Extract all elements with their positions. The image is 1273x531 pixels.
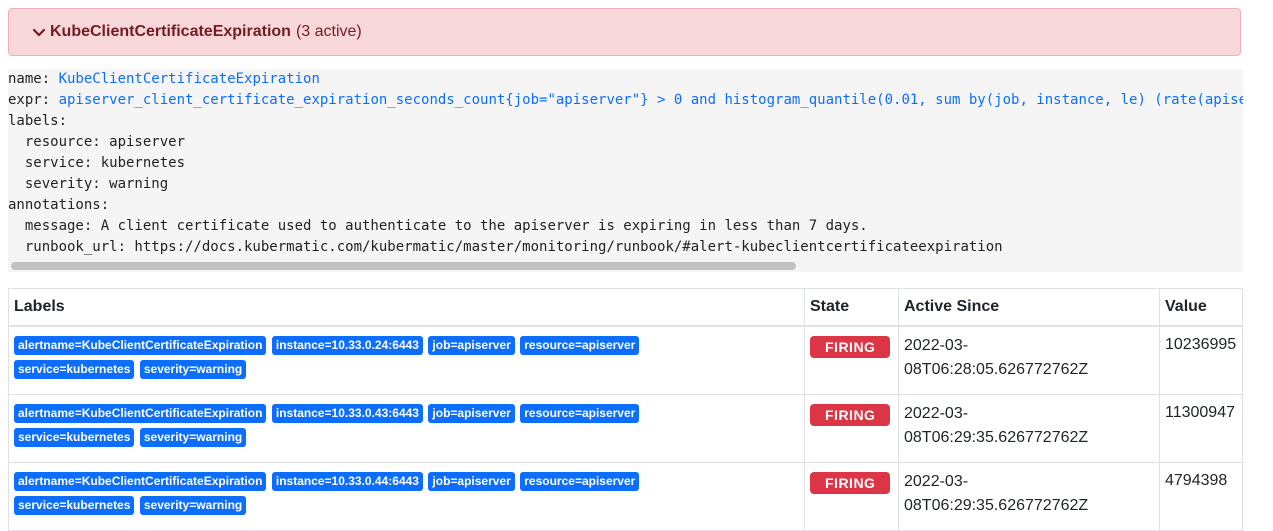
active-since-date: 2022-03- [904, 405, 969, 422]
state-column-header: State [804, 288, 899, 327]
alerts-table: Labels State Active Since Value alertnam… [8, 288, 1243, 531]
alert-active-count: (3 active) [295, 23, 362, 40]
table-row: alertname=KubeClientCertificateExpiratio… [8, 462, 1243, 531]
label-badge: service=kubernetes [14, 496, 135, 515]
active-since-time: 08T06:28:05.626772762Z [904, 361, 1089, 378]
label-badge: severity=warning [139, 496, 247, 515]
label-badge: resource=apiserver [520, 336, 640, 355]
label-badge: service=kubernetes [14, 360, 135, 379]
rule-definition: name: KubeClientCertificateExpiration ex… [8, 69, 1243, 272]
value-cell: 11300947 [1159, 394, 1243, 463]
label-badge: instance=10.33.0.24:6443 [271, 336, 423, 355]
labels-cell: alertname=KubeClientCertificateExpiratio… [8, 462, 805, 531]
alert-group-header[interactable]: KubeClientCertificateExpiration (3 activ… [8, 8, 1241, 56]
active-since-time: 08T06:29:35.626772762Z [904, 429, 1089, 446]
label-badge: job=apiserver [428, 404, 515, 423]
firing-badge: FIRING [810, 336, 891, 358]
label-badge: service=kubernetes [14, 428, 135, 447]
active-since-cell: 2022-03- 08T06:29:35.626772762Z [898, 394, 1160, 463]
active-since-cell: 2022-03- 08T06:29:35.626772762Z [898, 462, 1160, 531]
label-badge: alertname=KubeClientCertificateExpiratio… [14, 336, 267, 355]
rule-annotation-line: runbook_url: https://docs.kubermatic.com… [8, 239, 1003, 255]
label-badge: alertname=KubeClientCertificateExpiratio… [14, 404, 267, 423]
label-badge: job=apiserver [428, 336, 515, 355]
active-since-date: 2022-03- [904, 473, 969, 490]
active-since-time: 08T06:29:35.626772762Z [904, 497, 1089, 514]
label-badge: job=apiserver [428, 472, 515, 491]
label-badge: instance=10.33.0.44:6443 [271, 472, 423, 491]
label-badge: severity=warning [139, 360, 247, 379]
active-since-cell: 2022-03- 08T06:28:05.626772762Z [898, 325, 1160, 395]
state-cell: FIRING [804, 325, 899, 395]
firing-badge: FIRING [810, 472, 891, 494]
labels-cell: alertname=KubeClientCertificateExpiratio… [8, 325, 805, 395]
scrollbar-thumb[interactable] [11, 262, 796, 270]
rule-name-link[interactable]: KubeClientCertificateExpiration [59, 71, 320, 87]
rule-name-key: name: [8, 71, 59, 87]
horizontal-scrollbar[interactable] [8, 258, 1243, 272]
table-row: alertname=KubeClientCertificateExpiratio… [8, 394, 1243, 463]
rule-label-line: service: kubernetes [8, 155, 186, 171]
alert-name[interactable]: KubeClientCertificateExpiration [50, 23, 291, 41]
active-since-date: 2022-03- [904, 337, 969, 354]
value-cell: 10236995 [1159, 325, 1243, 395]
value-cell: 4794398 [1159, 462, 1243, 531]
labels-cell: alertname=KubeClientCertificateExpiratio… [8, 394, 805, 463]
labels-column-header: Labels [8, 288, 805, 327]
rule-annotations-key: annotations: [8, 197, 110, 213]
label-badge: severity=warning [139, 428, 247, 447]
state-cell: FIRING [804, 394, 899, 463]
firing-badge: FIRING [810, 404, 891, 426]
chevron-down-icon[interactable] [31, 24, 47, 40]
table-header-row: Labels State Active Since Value [8, 288, 1243, 327]
label-badge: resource=apiserver [520, 404, 640, 423]
rule-label-line: resource: apiserver [8, 134, 186, 150]
rule-expr-key: expr: [8, 92, 59, 108]
label-badge: alertname=KubeClientCertificateExpiratio… [14, 472, 267, 491]
active-since-column-header: Active Since [898, 288, 1160, 327]
rule-expr-link[interactable]: apiserver_client_certificate_expiration_… [59, 92, 1243, 108]
rule-label-line: severity: warning [8, 176, 169, 192]
value-column-header: Value [1159, 288, 1243, 327]
state-cell: FIRING [804, 462, 899, 531]
label-badge: instance=10.33.0.43:6443 [271, 404, 423, 423]
rule-annotation-line: message: A client certificate used to au… [8, 218, 868, 234]
table-row: alertname=KubeClientCertificateExpiratio… [8, 325, 1243, 395]
label-badge: resource=apiserver [520, 472, 640, 491]
rule-labels-key: labels: [8, 113, 68, 129]
